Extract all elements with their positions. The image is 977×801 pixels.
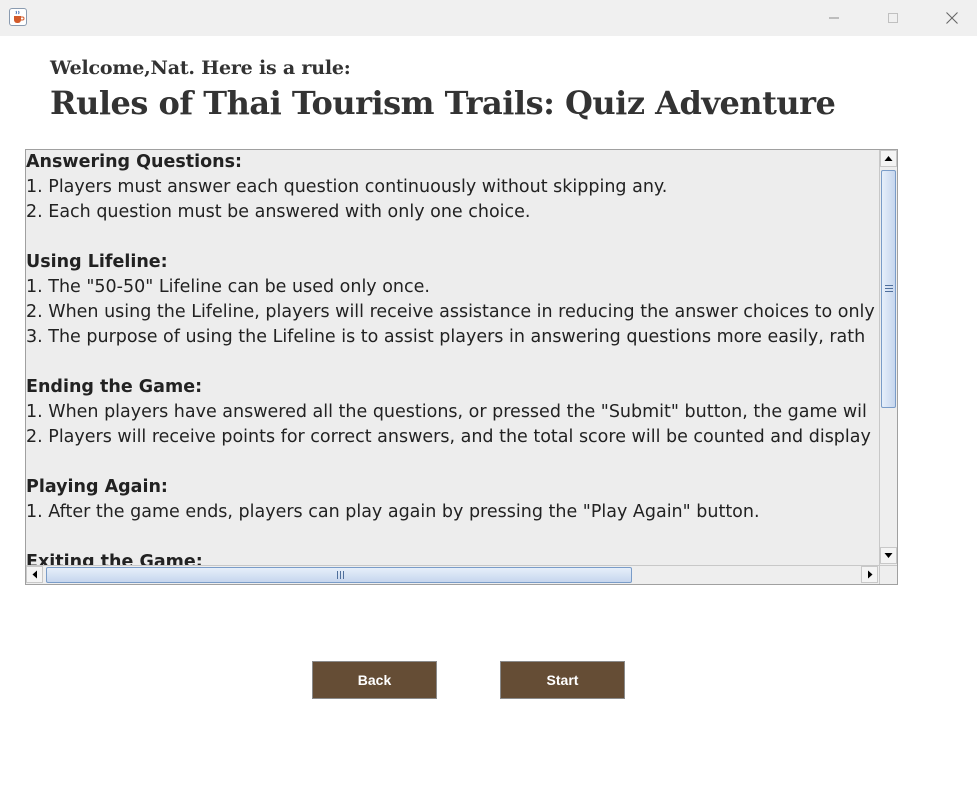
arrow-right-icon (868, 570, 873, 579)
rule-section-heading: Ending the Game: (26, 377, 203, 397)
scroll-up-button[interactable] (880, 150, 897, 167)
close-button[interactable] (929, 0, 975, 36)
rule-section-heading: Using Lifeline: (26, 252, 168, 272)
grip-icon (337, 571, 344, 579)
welcome-message: Welcome,Nat. Here is a rule: (50, 57, 351, 79)
rules-scroll-pane[interactable]: Answering Questions: 1. Players must answ… (25, 149, 898, 585)
rule-line: 1. After the game ends, players can play… (26, 502, 760, 522)
horizontal-scroll-thumb[interactable] (46, 567, 632, 583)
java-cup-icon (9, 8, 27, 26)
rule-line (26, 525, 875, 550)
minimize-button[interactable] (811, 0, 857, 36)
arrow-up-icon (884, 156, 893, 161)
rule-line (26, 225, 875, 250)
rule-section-heading: Playing Again: (26, 477, 168, 497)
rule-line: 3. The purpose of using the Lifeline is … (26, 327, 866, 347)
rule-line: 1. Players must answer each question con… (26, 177, 668, 197)
rule-line (26, 450, 875, 475)
vertical-scrollbar[interactable] (879, 150, 897, 565)
rules-text-area[interactable]: Answering Questions: 1. Players must answ… (26, 150, 879, 565)
arrow-down-icon (884, 553, 893, 558)
title-bar (0, 0, 977, 36)
page-title: Rules of Thai Tourism Trails: Quiz Adven… (50, 84, 836, 122)
rule-line: 2. Each question must be answered with o… (26, 202, 531, 222)
back-button[interactable]: Back (312, 661, 437, 699)
rule-line (26, 350, 875, 375)
grip-icon (885, 285, 893, 292)
rule-line: 2. When using the Lifeline, players will… (26, 302, 875, 322)
horizontal-scrollbar[interactable] (26, 565, 879, 584)
rules-text: Answering Questions: 1. Players must answ… (26, 150, 875, 565)
maximize-button[interactable] (870, 0, 916, 36)
minimize-icon (829, 17, 839, 19)
scroll-left-button[interactable] (26, 566, 43, 583)
scroll-corner (879, 565, 897, 584)
scroll-right-button[interactable] (861, 566, 878, 583)
close-icon (946, 12, 958, 24)
maximize-icon (888, 13, 898, 23)
rule-line: 2. Players will receive points for corre… (26, 427, 871, 447)
rule-line: 1. The "50-50" Lifeline can be used only… (26, 277, 430, 297)
scroll-down-button[interactable] (880, 547, 897, 564)
rule-section-heading: Answering Questions: (26, 152, 243, 172)
start-button[interactable]: Start (500, 661, 625, 699)
rule-line: 1. When players have answered all the qu… (26, 402, 867, 422)
arrow-left-icon (32, 570, 37, 579)
vertical-scroll-thumb[interactable] (881, 170, 896, 408)
rule-section-heading: Exiting the Game: (26, 552, 203, 565)
